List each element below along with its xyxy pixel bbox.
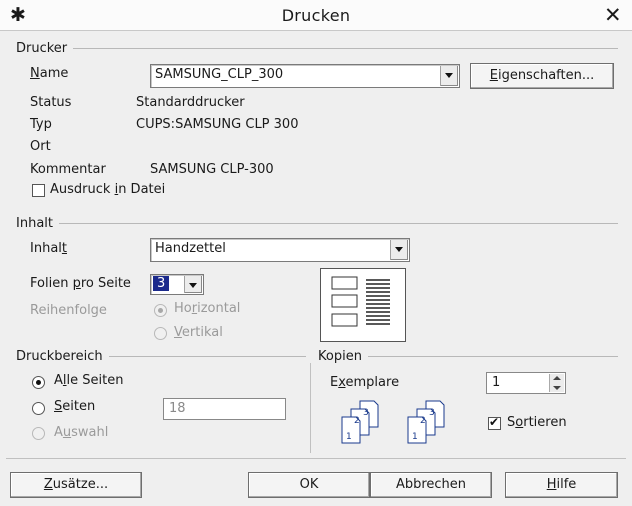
comment-value: SAMSUNG CLP-300 [150,162,274,177]
range-pages-label: Seiten [54,399,96,414]
collate-illustration-icon: 3 2 1 3 2 1 [341,400,445,444]
print-to-file-label: Ausdruck in Datei [50,182,166,197]
order-horizontal-label: Horizontal [174,301,241,316]
pages-input[interactable]: 18 [163,398,286,420]
order-vertical-radio[interactable] [154,327,167,340]
range-selection-label: Auswahl [54,425,109,440]
dialog-body: Drucker Name SAMSUNG_CLP_300 Eigenschaft… [6,31,626,500]
range-pages-radio[interactable] [32,402,45,415]
order-horizontal-radio[interactable] [154,304,167,317]
content-value: Handzettel [155,241,226,256]
order-label: Reihenfolge [30,303,107,318]
handout-layout-preview [320,268,406,342]
spin-arrows-icon[interactable] [549,374,564,392]
status-value: Standarddrucker [136,95,245,110]
collate-label: Sortieren [507,415,567,430]
content-group-title: Inhalt [16,216,618,231]
section-divider [310,363,311,453]
properties-button[interactable]: Eigenschaften... [470,63,614,89]
window-title: Drucken [281,6,351,25]
copies-spinbox[interactable]: 1 [486,372,566,394]
slides-per-page-label: Folien pro Seite [30,276,131,291]
close-icon[interactable]: ✕ [604,3,622,27]
button-separator [6,458,626,459]
title-bar: ✱ Drucken ✕ [0,0,632,31]
status-label: Status [30,95,72,110]
copies-value: 1 [492,375,501,390]
copies-group-title: Kopien [318,349,618,364]
range-all-label: Alle Seiten [54,373,124,388]
options-button[interactable]: Zusätze... [10,472,142,498]
range-all-radio[interactable] [32,376,45,389]
collate-page-number: 1 [346,432,352,442]
content-dropdown[interactable]: Handzettel [150,238,410,262]
collate-page-number: 3 [363,408,369,418]
chevron-down-icon [440,66,458,86]
help-button[interactable]: Hilfe [505,472,618,498]
type-label: Typ [30,117,52,132]
printer-name-label: Name [30,66,69,81]
slides-per-page-value: 3 [153,276,170,291]
range-group-title: Druckbereich [16,349,306,364]
type-value: CUPS:SAMSUNG CLP 300 [136,117,299,132]
range-selection-radio[interactable] [32,427,45,440]
location-label: Ort [30,139,51,154]
printer-group-title: Drucker [16,41,618,56]
collate-page-number: 3 [429,408,435,418]
print-to-file-checkbox[interactable] [32,184,45,197]
collate-page-number: 1 [412,432,418,442]
order-vertical-label: Vertikal [174,325,223,340]
content-label: Inhalt [30,241,67,256]
slides-per-page-dropdown[interactable]: 3 [150,274,204,295]
printer-name-value: SAMSUNG_CLP_300 [155,67,284,82]
copies-label: Exemplare [330,375,400,390]
pages-input-value: 18 [169,401,186,416]
chevron-down-icon [390,240,408,260]
collate-checkbox[interactable] [488,415,501,430]
printer-name-dropdown[interactable]: SAMSUNG_CLP_300 [150,64,460,88]
chevron-down-icon [184,276,202,293]
collate-page-number: 2 [354,416,360,426]
collate-page-number: 2 [420,416,426,426]
cancel-button[interactable]: Abbrechen [370,472,492,498]
ok-button[interactable]: OK [248,472,370,498]
comment-label: Kommentar [30,162,106,177]
